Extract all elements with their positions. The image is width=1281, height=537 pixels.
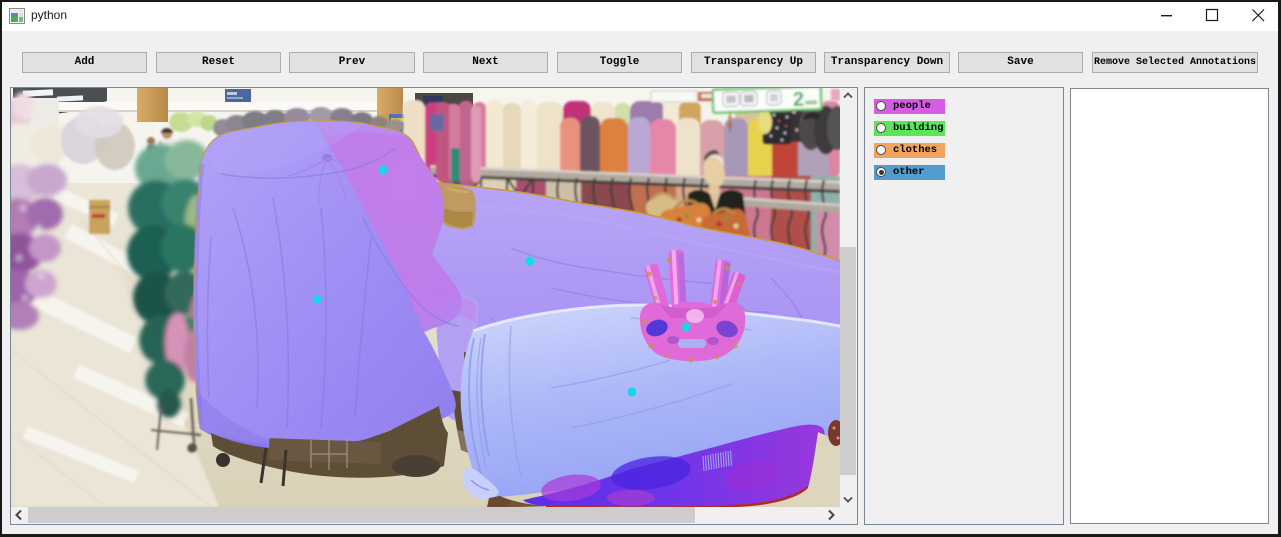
svg-text:2: 2 [793,89,805,111]
